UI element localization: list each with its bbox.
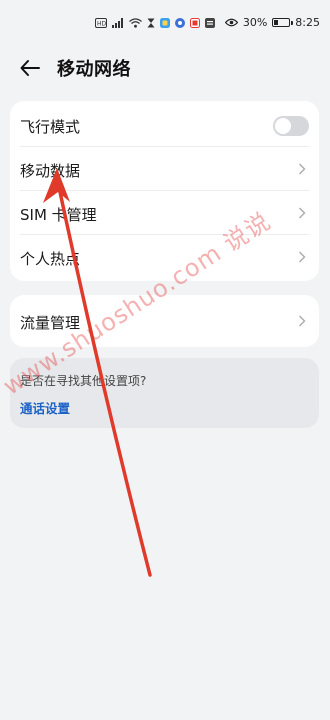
hotspot-label: 个人热点 [20, 250, 81, 268]
app-icon [160, 18, 170, 28]
call-settings-link[interactable]: 通话设置 [20, 398, 70, 417]
app-icon [190, 18, 200, 28]
signal-icon [112, 18, 123, 28]
battery-percent: 30% [242, 16, 268, 29]
toggle-knob [275, 118, 291, 134]
back-arrow-icon[interactable] [18, 56, 42, 80]
status-icons: HD [95, 16, 215, 30]
status-right: 30% 8:25 [224, 16, 320, 29]
svg-text:HD: HD [97, 21, 107, 28]
chevron-right-icon [299, 315, 306, 327]
page-title: 移动网络 [57, 59, 131, 80]
app-icon [205, 18, 215, 28]
chevron-right-icon [299, 207, 306, 219]
wifi-icon [129, 18, 142, 28]
mobile-data-label: 移动数据 [20, 162, 81, 180]
network-settings-card: 飞行模式 移动数据 SIM 卡管理 个人热点 [10, 101, 319, 281]
eye-icon [224, 18, 238, 27]
battery-icon [272, 18, 294, 27]
chevron-right-icon [299, 251, 306, 263]
airplane-mode-toggle[interactable] [273, 116, 309, 136]
header: 移动网络 [0, 46, 330, 90]
mobile-data-row[interactable]: 移动数据 [10, 147, 319, 191]
hourglass-icon [147, 18, 155, 28]
app-icon [175, 18, 185, 28]
status-bar: HD 30% 8:25 [0, 0, 330, 46]
airplane-mode-label: 飞行模式 [20, 118, 81, 136]
battery-fill [274, 20, 279, 25]
chevron-right-icon [299, 163, 306, 175]
hd-icon: HD [95, 18, 107, 28]
airplane-mode-row[interactable]: 飞行模式 [10, 103, 319, 147]
clock: 8:25 [295, 16, 320, 29]
sim-management-label: SIM 卡管理 [20, 206, 97, 224]
